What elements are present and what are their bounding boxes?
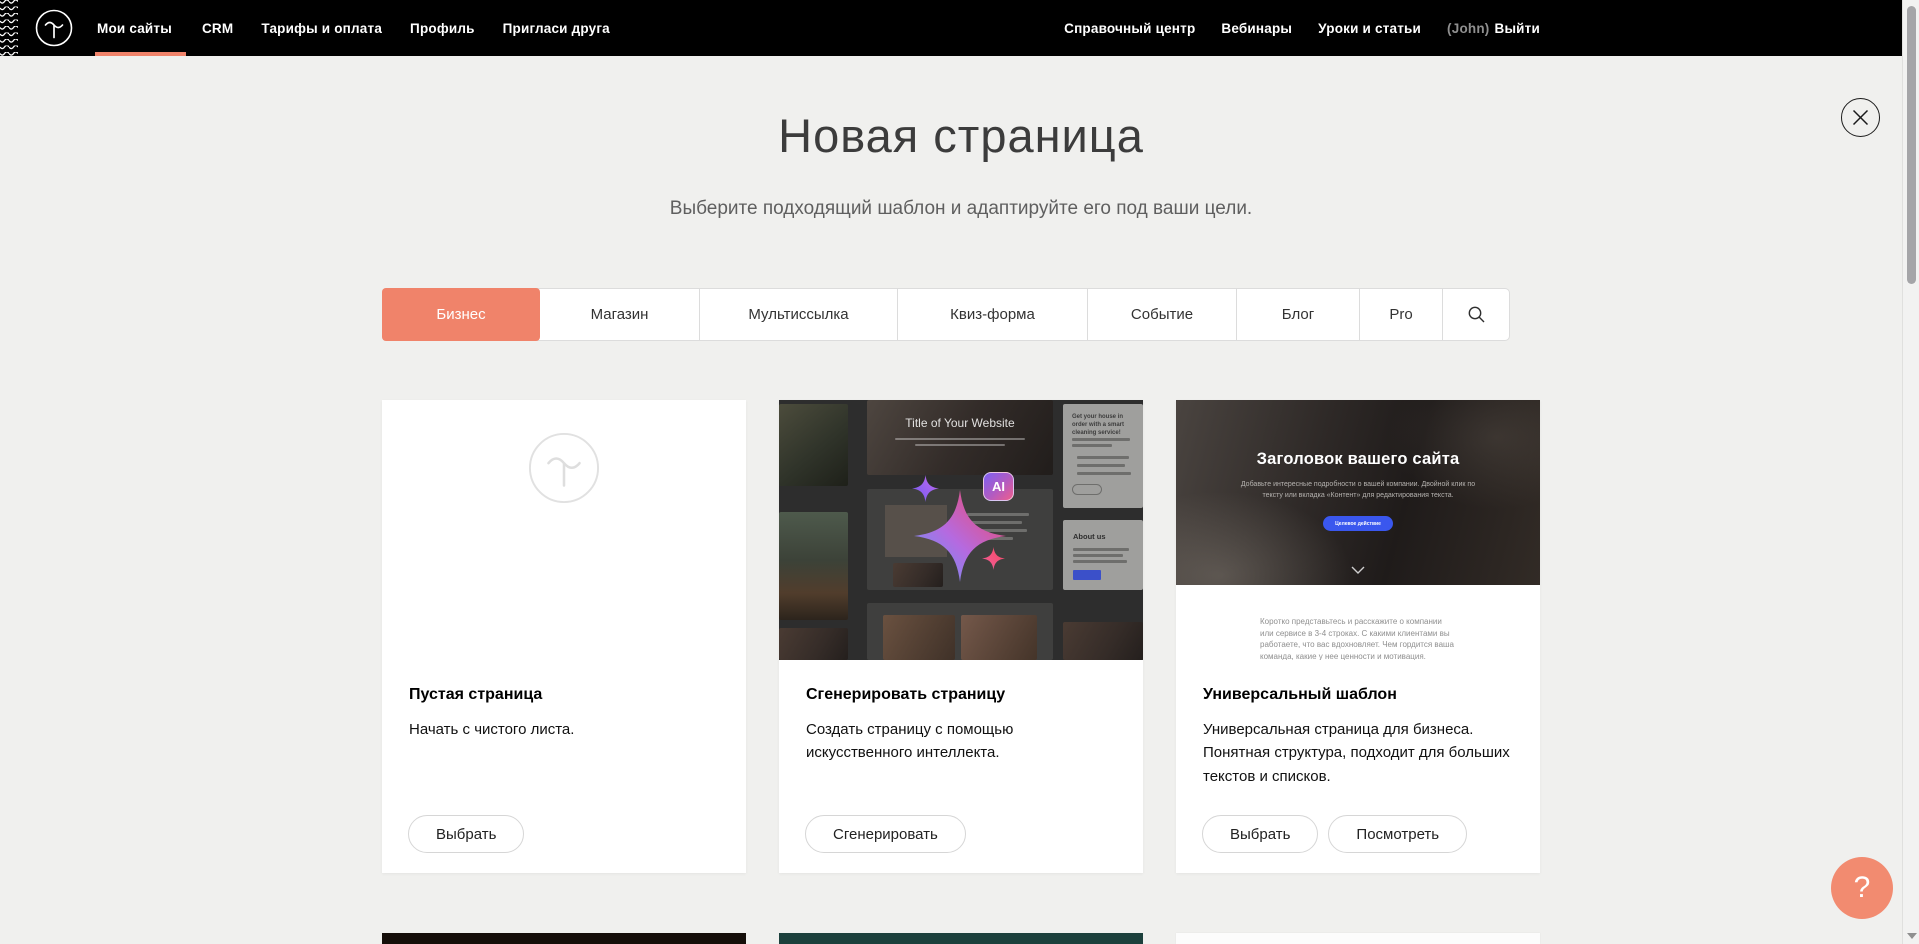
template-hero: Заголовок вашего сайта Добавьте интересн… bbox=[1176, 400, 1540, 585]
generate-button[interactable]: Сгенерировать bbox=[805, 815, 966, 853]
tab-event[interactable]: Событие bbox=[1088, 289, 1237, 340]
template-hero-title: Заголовок вашего сайта bbox=[1176, 450, 1540, 469]
help-button[interactable]: ? bbox=[1831, 857, 1893, 919]
zigzag-pattern bbox=[0, 0, 18, 56]
universal-template-preview: Заголовок вашего сайта Добавьте интересн… bbox=[1176, 400, 1540, 660]
collage-photo-tile bbox=[779, 628, 848, 660]
ai-template-preview: Title of Your Website Get your house in … bbox=[779, 400, 1143, 660]
next-row-card-partial[interactable] bbox=[1176, 933, 1540, 944]
tilda-logo[interactable] bbox=[34, 8, 74, 48]
tab-search[interactable] bbox=[1443, 289, 1509, 340]
collage-photo-tile bbox=[1063, 622, 1143, 660]
tab-shop[interactable]: Магазин bbox=[540, 289, 700, 340]
template-cta-button: Целевое действие bbox=[1323, 516, 1393, 531]
template-body-text: Коротко представьтесь и расскажите о ком… bbox=[1260, 616, 1456, 660]
template-category-tabs: Бизнес Магазин Мультиссылка Квиз-форма С… bbox=[382, 288, 1510, 341]
select-button[interactable]: Выбрать bbox=[408, 815, 524, 853]
template-body-section: Коротко представьтесь и расскажите о ком… bbox=[1176, 585, 1540, 660]
card-description: Создать страницу с помощью искусственног… bbox=[806, 718, 1113, 765]
collage-about-tile: About us bbox=[1063, 520, 1143, 590]
collage-about-heading: About us bbox=[1073, 532, 1106, 541]
tab-quiz-form[interactable]: Квиз-форма bbox=[898, 289, 1088, 340]
preview-button[interactable]: Посмотреть bbox=[1328, 815, 1467, 853]
tab-pro[interactable]: Pro bbox=[1360, 289, 1443, 340]
page-title: Новая страница bbox=[382, 108, 1540, 163]
collage-text-card-tile: Get your house in order with a smart cle… bbox=[1063, 404, 1143, 508]
collage-hero-tile: Title of Your Website bbox=[867, 400, 1053, 475]
page-header: Новая страница Выберите подходящий шабло… bbox=[382, 0, 1540, 220]
scrollbar-thumb[interactable] bbox=[1907, 6, 1916, 284]
vertical-scrollbar[interactable] bbox=[1902, 0, 1919, 944]
nav-crm[interactable]: CRM bbox=[188, 0, 247, 56]
template-card-blank-page[interactable]: Пустая страница Начать с чистого листа. … bbox=[382, 400, 746, 873]
card-title: Универсальный шаблон bbox=[1203, 686, 1397, 704]
card-title: Пустая страница bbox=[409, 686, 542, 704]
template-hero-text: Добавьте интересные подробности о вашей … bbox=[1233, 480, 1483, 501]
tab-business[interactable]: Бизнес bbox=[382, 288, 540, 341]
nav-tariffs[interactable]: Тарифы и оплата bbox=[247, 0, 396, 56]
small-sparkle-icon bbox=[912, 475, 939, 502]
scroll-down-arrow[interactable] bbox=[1907, 933, 1917, 939]
collage-photo-tile bbox=[779, 404, 848, 486]
template-card-ai-generate[interactable]: Title of Your Website Get your house in … bbox=[779, 400, 1143, 873]
small-sparkle-icon bbox=[982, 547, 1005, 570]
collage-hero-title: Title of Your Website bbox=[867, 416, 1053, 430]
select-button[interactable]: Выбрать bbox=[1202, 815, 1318, 853]
card-description: Начать с чистого листа. bbox=[409, 718, 716, 741]
collage-card-heading: Get your house in order with a smart cle… bbox=[1072, 413, 1135, 437]
question-icon: ? bbox=[1854, 871, 1871, 905]
tilda-watermark-logo bbox=[528, 432, 600, 504]
collage-photo-tile bbox=[779, 512, 848, 620]
magnifier-icon bbox=[1467, 305, 1486, 324]
tab-multilink[interactable]: Мультиссылка bbox=[700, 289, 898, 340]
template-card-universal[interactable]: Заголовок вашего сайта Добавьте интересн… bbox=[1176, 400, 1540, 873]
card-description: Универсальная страница для бизнеса. Поня… bbox=[1203, 718, 1510, 788]
next-row-card-partial[interactable] bbox=[779, 933, 1143, 944]
chevron-down-icon bbox=[1351, 566, 1365, 574]
next-row-card-partial[interactable] bbox=[382, 933, 746, 944]
nav-my-sites[interactable]: Мои сайты bbox=[97, 0, 188, 56]
tab-blog[interactable]: Блог bbox=[1237, 289, 1360, 340]
page-subtitle: Выберите подходящий шаблон и адаптируйте… bbox=[382, 198, 1540, 220]
ai-badge: AI bbox=[983, 472, 1014, 501]
collage-gallery-tile bbox=[867, 603, 1053, 660]
close-icon bbox=[1852, 109, 1869, 126]
card-title: Сгенерировать страницу bbox=[806, 686, 1005, 704]
close-button[interactable] bbox=[1841, 98, 1880, 137]
